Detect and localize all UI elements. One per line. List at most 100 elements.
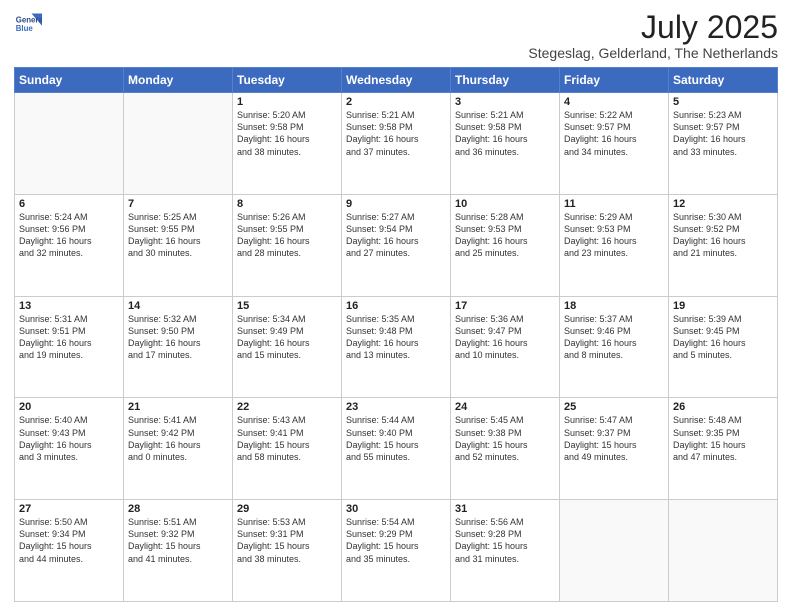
calendar-cell: 4Sunrise: 5:22 AM Sunset: 9:57 PM Daylig…	[560, 93, 669, 195]
week-row-4: 27Sunrise: 5:50 AM Sunset: 9:34 PM Dayli…	[15, 500, 778, 602]
col-friday: Friday	[560, 68, 669, 93]
day-info: Sunrise: 5:35 AM Sunset: 9:48 PM Dayligh…	[346, 313, 446, 362]
calendar-cell: 28Sunrise: 5:51 AM Sunset: 9:32 PM Dayli…	[124, 500, 233, 602]
calendar-cell: 6Sunrise: 5:24 AM Sunset: 9:56 PM Daylig…	[15, 194, 124, 296]
calendar-cell	[669, 500, 778, 602]
subtitle: Stegeslag, Gelderland, The Netherlands	[528, 45, 778, 61]
day-info: Sunrise: 5:53 AM Sunset: 9:31 PM Dayligh…	[237, 516, 337, 565]
calendar-cell: 20Sunrise: 5:40 AM Sunset: 9:43 PM Dayli…	[15, 398, 124, 500]
day-number: 12	[673, 198, 773, 210]
day-info: Sunrise: 5:56 AM Sunset: 9:28 PM Dayligh…	[455, 516, 555, 565]
day-number: 20	[19, 401, 119, 413]
calendar-cell: 5Sunrise: 5:23 AM Sunset: 9:57 PM Daylig…	[669, 93, 778, 195]
col-saturday: Saturday	[669, 68, 778, 93]
day-info: Sunrise: 5:32 AM Sunset: 9:50 PM Dayligh…	[128, 313, 228, 362]
calendar-cell: 16Sunrise: 5:35 AM Sunset: 9:48 PM Dayli…	[342, 296, 451, 398]
col-wednesday: Wednesday	[342, 68, 451, 93]
logo: General Blue	[14, 10, 42, 38]
day-info: Sunrise: 5:45 AM Sunset: 9:38 PM Dayligh…	[455, 414, 555, 463]
calendar-cell: 10Sunrise: 5:28 AM Sunset: 9:53 PM Dayli…	[451, 194, 560, 296]
day-info: Sunrise: 5:39 AM Sunset: 9:45 PM Dayligh…	[673, 313, 773, 362]
calendar-cell: 30Sunrise: 5:54 AM Sunset: 9:29 PM Dayli…	[342, 500, 451, 602]
day-info: Sunrise: 5:48 AM Sunset: 9:35 PM Dayligh…	[673, 414, 773, 463]
day-info: Sunrise: 5:41 AM Sunset: 9:42 PM Dayligh…	[128, 414, 228, 463]
day-number: 10	[455, 198, 555, 210]
day-number: 28	[128, 503, 228, 515]
day-info: Sunrise: 5:44 AM Sunset: 9:40 PM Dayligh…	[346, 414, 446, 463]
day-info: Sunrise: 5:31 AM Sunset: 9:51 PM Dayligh…	[19, 313, 119, 362]
day-number: 14	[128, 300, 228, 312]
calendar-cell: 7Sunrise: 5:25 AM Sunset: 9:55 PM Daylig…	[124, 194, 233, 296]
page: General Blue July 2025 Stegeslag, Gelder…	[0, 0, 792, 612]
main-title: July 2025	[528, 10, 778, 45]
calendar-cell: 29Sunrise: 5:53 AM Sunset: 9:31 PM Dayli…	[233, 500, 342, 602]
day-number: 5	[673, 96, 773, 108]
calendar-cell: 9Sunrise: 5:27 AM Sunset: 9:54 PM Daylig…	[342, 194, 451, 296]
day-number: 18	[564, 300, 664, 312]
day-info: Sunrise: 5:50 AM Sunset: 9:34 PM Dayligh…	[19, 516, 119, 565]
day-number: 21	[128, 401, 228, 413]
calendar-cell: 27Sunrise: 5:50 AM Sunset: 9:34 PM Dayli…	[15, 500, 124, 602]
calendar-cell: 8Sunrise: 5:26 AM Sunset: 9:55 PM Daylig…	[233, 194, 342, 296]
day-info: Sunrise: 5:51 AM Sunset: 9:32 PM Dayligh…	[128, 516, 228, 565]
calendar-cell: 14Sunrise: 5:32 AM Sunset: 9:50 PM Dayli…	[124, 296, 233, 398]
logo-icon: General Blue	[14, 10, 42, 38]
day-info: Sunrise: 5:29 AM Sunset: 9:53 PM Dayligh…	[564, 211, 664, 260]
calendar-table: Sunday Monday Tuesday Wednesday Thursday…	[14, 67, 778, 602]
day-number: 9	[346, 198, 446, 210]
day-info: Sunrise: 5:28 AM Sunset: 9:53 PM Dayligh…	[455, 211, 555, 260]
title-block: July 2025 Stegeslag, Gelderland, The Net…	[528, 10, 778, 61]
day-number: 2	[346, 96, 446, 108]
day-info: Sunrise: 5:40 AM Sunset: 9:43 PM Dayligh…	[19, 414, 119, 463]
week-row-2: 13Sunrise: 5:31 AM Sunset: 9:51 PM Dayli…	[15, 296, 778, 398]
svg-text:General: General	[16, 15, 42, 24]
col-sunday: Sunday	[15, 68, 124, 93]
day-info: Sunrise: 5:43 AM Sunset: 9:41 PM Dayligh…	[237, 414, 337, 463]
col-tuesday: Tuesday	[233, 68, 342, 93]
day-number: 26	[673, 401, 773, 413]
svg-text:Blue: Blue	[16, 24, 34, 33]
day-info: Sunrise: 5:21 AM Sunset: 9:58 PM Dayligh…	[346, 109, 446, 158]
day-number: 24	[455, 401, 555, 413]
day-number: 25	[564, 401, 664, 413]
calendar-cell: 12Sunrise: 5:30 AM Sunset: 9:52 PM Dayli…	[669, 194, 778, 296]
calendar-cell	[560, 500, 669, 602]
day-number: 30	[346, 503, 446, 515]
calendar-cell: 19Sunrise: 5:39 AM Sunset: 9:45 PM Dayli…	[669, 296, 778, 398]
day-number: 11	[564, 198, 664, 210]
week-row-0: 1Sunrise: 5:20 AM Sunset: 9:58 PM Daylig…	[15, 93, 778, 195]
day-info: Sunrise: 5:37 AM Sunset: 9:46 PM Dayligh…	[564, 313, 664, 362]
calendar-cell: 31Sunrise: 5:56 AM Sunset: 9:28 PM Dayli…	[451, 500, 560, 602]
day-number: 13	[19, 300, 119, 312]
day-info: Sunrise: 5:54 AM Sunset: 9:29 PM Dayligh…	[346, 516, 446, 565]
day-info: Sunrise: 5:34 AM Sunset: 9:49 PM Dayligh…	[237, 313, 337, 362]
day-info: Sunrise: 5:36 AM Sunset: 9:47 PM Dayligh…	[455, 313, 555, 362]
calendar-cell: 2Sunrise: 5:21 AM Sunset: 9:58 PM Daylig…	[342, 93, 451, 195]
header-row: Sunday Monday Tuesday Wednesday Thursday…	[15, 68, 778, 93]
calendar-cell: 1Sunrise: 5:20 AM Sunset: 9:58 PM Daylig…	[233, 93, 342, 195]
day-number: 3	[455, 96, 555, 108]
calendar-cell: 25Sunrise: 5:47 AM Sunset: 9:37 PM Dayli…	[560, 398, 669, 500]
calendar-cell: 17Sunrise: 5:36 AM Sunset: 9:47 PM Dayli…	[451, 296, 560, 398]
calendar-cell: 24Sunrise: 5:45 AM Sunset: 9:38 PM Dayli…	[451, 398, 560, 500]
day-number: 1	[237, 96, 337, 108]
day-info: Sunrise: 5:25 AM Sunset: 9:55 PM Dayligh…	[128, 211, 228, 260]
day-number: 29	[237, 503, 337, 515]
day-info: Sunrise: 5:22 AM Sunset: 9:57 PM Dayligh…	[564, 109, 664, 158]
day-number: 27	[19, 503, 119, 515]
calendar-cell	[15, 93, 124, 195]
calendar-cell: 23Sunrise: 5:44 AM Sunset: 9:40 PM Dayli…	[342, 398, 451, 500]
calendar-cell: 22Sunrise: 5:43 AM Sunset: 9:41 PM Dayli…	[233, 398, 342, 500]
col-thursday: Thursday	[451, 68, 560, 93]
calendar-cell: 11Sunrise: 5:29 AM Sunset: 9:53 PM Dayli…	[560, 194, 669, 296]
day-number: 6	[19, 198, 119, 210]
day-info: Sunrise: 5:27 AM Sunset: 9:54 PM Dayligh…	[346, 211, 446, 260]
calendar-cell: 18Sunrise: 5:37 AM Sunset: 9:46 PM Dayli…	[560, 296, 669, 398]
day-number: 23	[346, 401, 446, 413]
day-number: 4	[564, 96, 664, 108]
day-number: 31	[455, 503, 555, 515]
calendar-cell: 21Sunrise: 5:41 AM Sunset: 9:42 PM Dayli…	[124, 398, 233, 500]
day-number: 16	[346, 300, 446, 312]
day-number: 22	[237, 401, 337, 413]
day-number: 8	[237, 198, 337, 210]
